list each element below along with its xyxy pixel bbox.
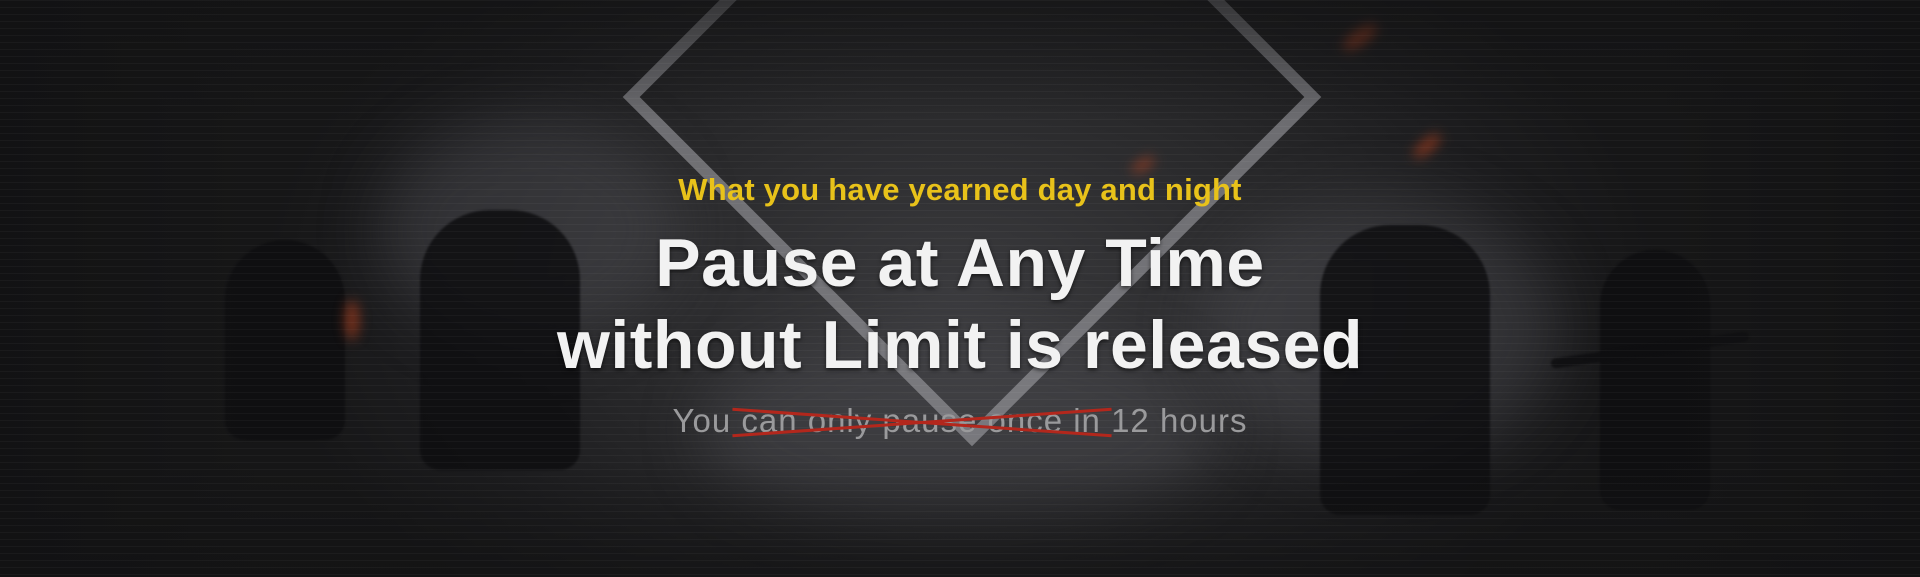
headline-line-2: without Limit is released — [557, 307, 1363, 383]
headline-line-1: Pause at Any Time — [655, 225, 1265, 301]
subline: You can only pause once in 12 hours — [0, 402, 1920, 440]
tagline: What you have yearned day and night — [678, 172, 1242, 207]
promo-banner: What you have yearned day and night Paus… — [0, 0, 1920, 577]
headline: Pause at Any Time without Limit is relea… — [0, 222, 1920, 386]
struck-rule: You can only pause once in 12 hours — [672, 402, 1247, 440]
